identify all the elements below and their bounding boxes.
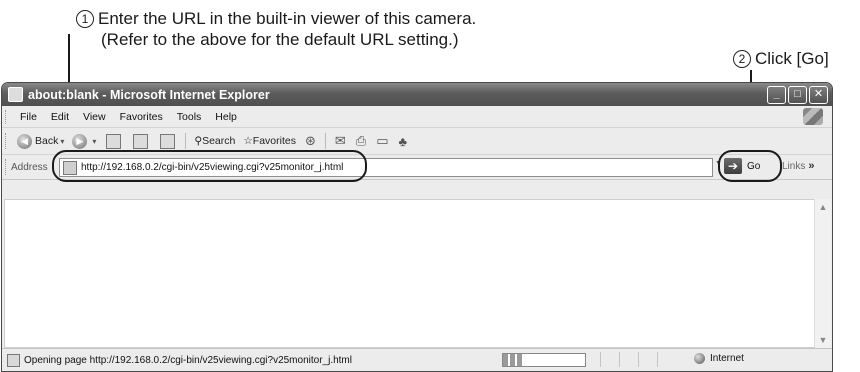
status-text: Opening page http://192.168.0.2/cgi-bin/…: [24, 354, 352, 366]
search-button[interactable]: ⚲ Search: [190, 135, 239, 147]
globe-icon: [694, 353, 705, 364]
callout-click-go: 2 Click [Go]: [733, 48, 829, 69]
search-label: Search: [202, 135, 236, 147]
progress-fill: [503, 354, 525, 366]
windows-logo-icon: [803, 108, 823, 125]
back-icon: ◀: [17, 133, 32, 149]
go-highlight-oval: [718, 150, 782, 182]
callout-enter-url: 1 Enter the URL in the built-in viewer of…: [76, 8, 476, 50]
status-panes: [600, 352, 676, 368]
back-button[interactable]: ◀ Back ▾: [13, 133, 68, 149]
status-bar: Opening page http://192.168.0.2/cgi-bin/…: [2, 348, 832, 371]
security-zone: Internet: [694, 353, 744, 364]
links-label: Links: [782, 161, 806, 172]
window-controls: _ □ ✕: [767, 86, 828, 104]
mail-icon[interactable]: ✉: [330, 133, 351, 149]
callout-1-line2: (Refer to the above for the default URL …: [101, 30, 459, 49]
callout-number-2: 2: [733, 50, 751, 68]
page-loading-icon: [7, 353, 20, 367]
forward-icon: ▶: [72, 133, 88, 149]
print-icon[interactable]: ⎙: [351, 133, 371, 149]
title-bar: about:blank - Microsoft Internet Explore…: [2, 83, 832, 106]
menu-bar: File Edit View Favorites Tools Help: [2, 106, 832, 128]
app-icon: [8, 87, 23, 102]
menu-tools[interactable]: Tools: [170, 111, 209, 123]
chevron-right-icon: »: [808, 160, 815, 172]
callout-1-line1: Enter the URL in the built-in viewer of …: [98, 9, 477, 28]
home-button[interactable]: [154, 133, 181, 149]
addressbar-grip[interactable]: [5, 159, 9, 175]
scroll-up-arrow-icon[interactable]: ▲: [815, 199, 831, 215]
back-label: Back: [35, 135, 59, 147]
menu-favorites[interactable]: Favorites: [113, 111, 170, 123]
close-button[interactable]: ✕: [809, 86, 828, 104]
scroll-down-arrow-icon[interactable]: ▼: [815, 332, 831, 348]
refresh-button[interactable]: [127, 133, 154, 149]
toolbar-separator: [185, 133, 187, 149]
favorites-icon: ☆: [243, 135, 253, 147]
callout-number-1: 1: [76, 10, 94, 28]
favorites-button[interactable]: ☆ Favorites: [239, 135, 300, 147]
edit-icon[interactable]: ▭: [371, 133, 393, 149]
progress-bar: [502, 353, 586, 367]
browser-window: about:blank - Microsoft Internet Explore…: [1, 82, 833, 372]
page-content-area[interactable]: [4, 199, 814, 348]
chevron-down-icon: ▾: [92, 136, 97, 146]
chevron-down-icon: ▾: [60, 136, 65, 146]
menu-file[interactable]: File: [13, 111, 44, 123]
menu-view[interactable]: View: [76, 111, 113, 123]
stop-button[interactable]: [100, 133, 127, 149]
search-icon: ⚲: [194, 135, 203, 147]
messenger-icon[interactable]: ♣: [393, 134, 412, 149]
menubar-grip[interactable]: [5, 109, 9, 124]
zone-label: Internet: [710, 353, 744, 364]
menu-edit[interactable]: Edit: [44, 111, 76, 123]
refresh-icon: [133, 133, 149, 149]
maximize-button[interactable]: □: [788, 86, 807, 104]
address-highlight-oval: [52, 150, 367, 182]
history-icon[interactable]: ⊛: [300, 133, 321, 149]
vertical-scrollbar[interactable]: ▲ ▼: [814, 199, 831, 348]
window-title: about:blank - Microsoft Internet Explore…: [28, 87, 270, 102]
links-button[interactable]: Links»: [782, 160, 814, 172]
forward-button[interactable]: ▶ ▾: [68, 133, 100, 149]
menu-help[interactable]: Help: [208, 111, 244, 123]
favorites-label: Favorites: [252, 135, 296, 147]
toolbar-separator: [324, 133, 326, 149]
home-icon: [160, 133, 176, 149]
callout-2-text: Click [Go]: [755, 49, 829, 68]
address-label: Address: [11, 161, 48, 173]
stop-icon: [106, 133, 122, 149]
minimize-button[interactable]: _: [767, 86, 786, 104]
toolbar-grip[interactable]: [5, 133, 9, 149]
